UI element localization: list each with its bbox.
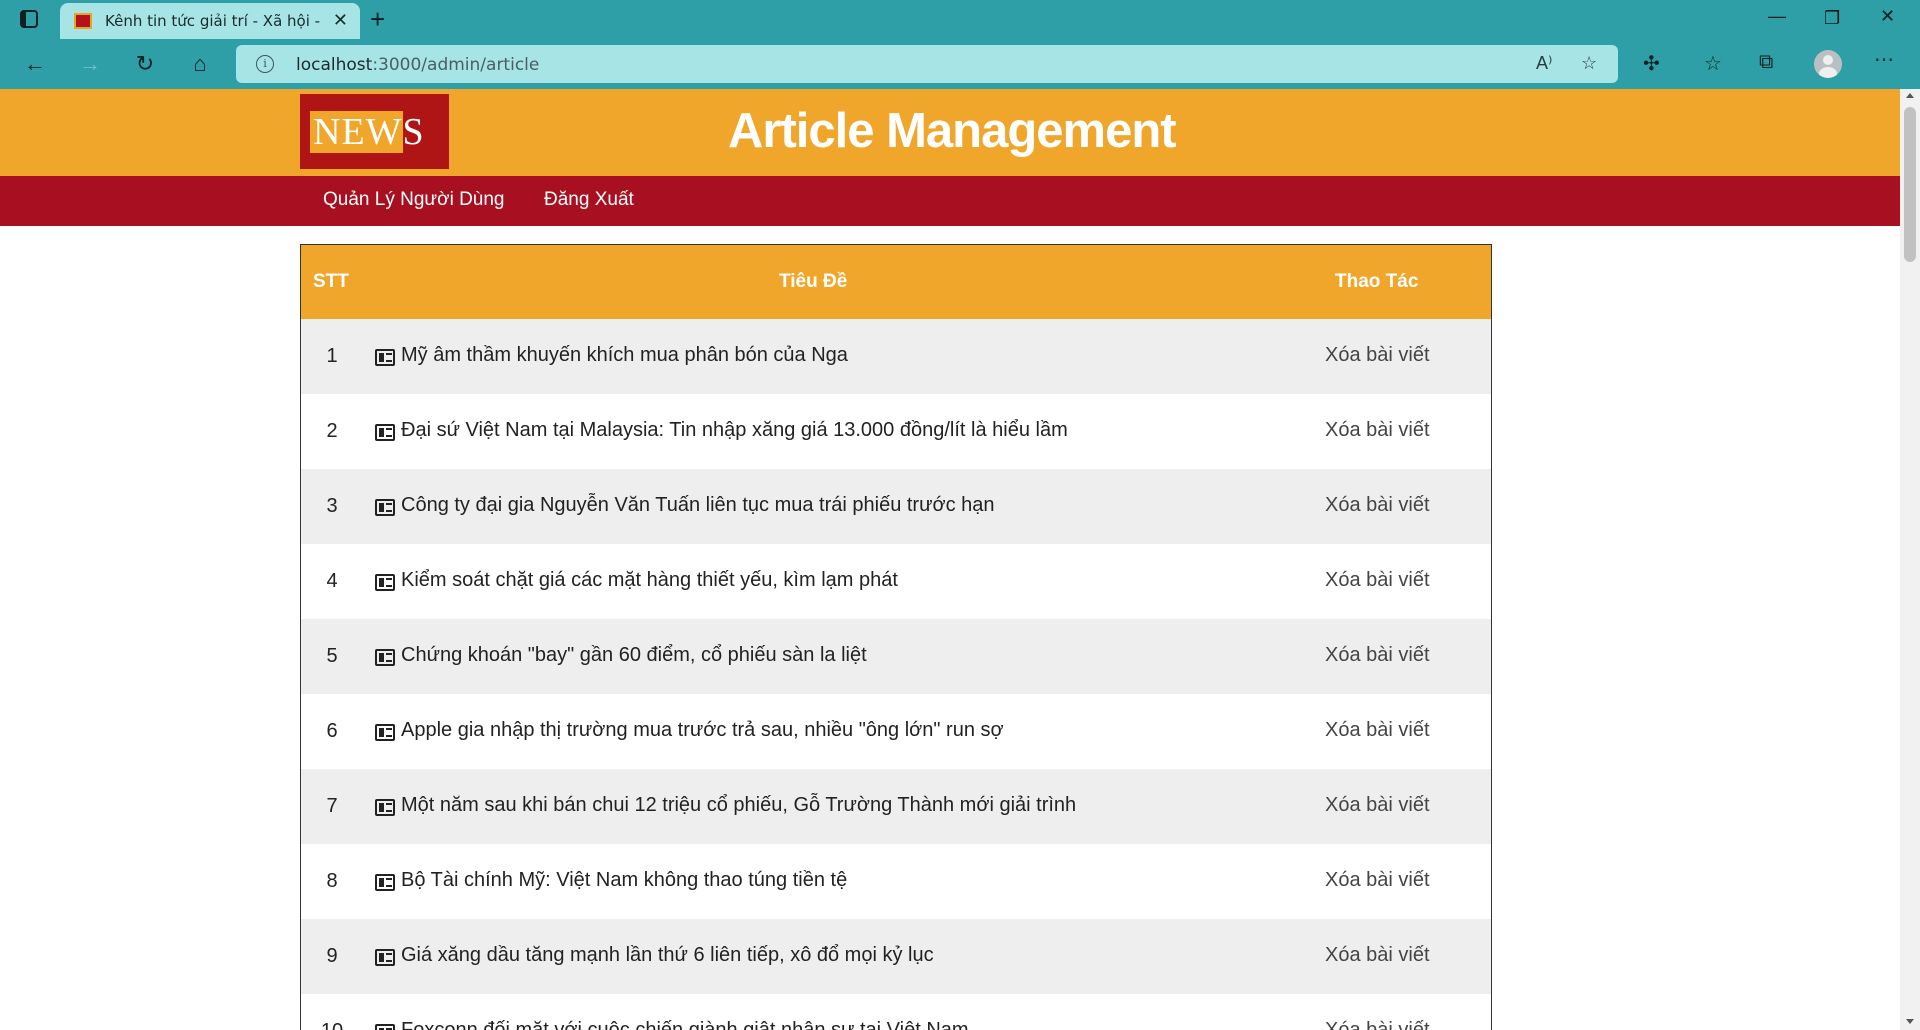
- menu-item-logout[interactable]: Đăng Xuất: [544, 189, 634, 211]
- newspaper-icon: [375, 499, 395, 516]
- favorites-icon[interactable]: ☆: [1704, 51, 1722, 76]
- delete-article-button[interactable]: Xóa bài viết: [1325, 869, 1430, 892]
- newspaper-icon: [375, 424, 395, 441]
- row-number: 5: [326, 645, 338, 667]
- url-text[interactable]: localhost:3000/admin/article: [296, 55, 539, 75]
- row-number: 4: [326, 570, 338, 592]
- favicon-icon: [74, 13, 92, 29]
- newspaper-icon: [375, 349, 395, 366]
- newspaper-icon: [375, 724, 395, 741]
- column-header-stt: STT: [313, 271, 349, 292]
- close-tab-icon[interactable]: ✕: [333, 10, 348, 31]
- logo-text-end: S: [402, 111, 425, 153]
- newspaper-icon: [375, 574, 395, 591]
- article-title[interactable]: Kiểm soát chặt giá các mặt hàng thiết yế…: [401, 569, 898, 592]
- article-title[interactable]: Foxconn đối mặt với cuộc chiến giành giậ…: [401, 1019, 969, 1030]
- add-favorite-icon[interactable]: ☆: [1581, 53, 1597, 74]
- url-host: localhost: [296, 55, 373, 75]
- newspaper-icon: [375, 649, 395, 666]
- profile-avatar[interactable]: [1814, 50, 1842, 78]
- newspaper-icon: [375, 799, 395, 816]
- collections-icon[interactable]: ⧉: [1759, 51, 1773, 74]
- close-window-icon[interactable]: ✕: [1880, 6, 1895, 27]
- article-title[interactable]: Đại sứ Việt Nam tại Malaysia: Tin nhập x…: [401, 419, 1068, 442]
- new-tab-icon[interactable]: +: [370, 4, 385, 35]
- table-row: 4 Kiểm soát chặt giá các mặt hàng thiết y…: [301, 544, 1491, 619]
- scroll-up-icon[interactable]: [1906, 93, 1914, 98]
- read-aloud-icon[interactable]: A⁾: [1536, 53, 1552, 74]
- article-title[interactable]: Một năm sau khi bán chui 12 triệu cổ phi…: [401, 794, 1076, 817]
- delete-article-button[interactable]: Xóa bài viết: [1325, 1019, 1430, 1030]
- row-number: 1: [326, 345, 338, 367]
- forward-icon[interactable]: →: [75, 49, 105, 79]
- logo-text: NEWS: [310, 107, 425, 157]
- row-number: 9: [326, 945, 338, 967]
- refresh-icon[interactable]: ↻: [130, 49, 160, 79]
- table-row: 8 Bộ Tài chính Mỹ: Việt Nam không thao tú…: [301, 844, 1491, 919]
- tab-actions-icon[interactable]: [20, 10, 38, 28]
- row-number: 2: [326, 420, 338, 442]
- newspaper-icon: [375, 949, 395, 966]
- restore-icon[interactable]: ❐: [1824, 8, 1840, 29]
- newspaper-icon: [375, 1024, 395, 1030]
- browser-toolbar: ← → ↻ ⌂ i localhost:3000/admin/article A…: [0, 39, 1920, 89]
- scroll-down-icon[interactable]: [1906, 1019, 1914, 1024]
- delete-article-button[interactable]: Xóa bài viết: [1325, 569, 1430, 592]
- browser-tab[interactable]: Kênh tin tức giải trí - Xã hội - Ne ✕: [60, 3, 360, 39]
- article-title[interactable]: Giá xăng dầu tăng mạnh lần thứ 6 liên ti…: [401, 944, 934, 967]
- admin-menu: Quản Lý Người Dùng Đăng Xuất: [0, 176, 1900, 226]
- menu-item-users[interactable]: Quản Lý Người Dùng: [323, 189, 505, 211]
- scroll-thumb[interactable]: [1904, 107, 1916, 262]
- article-title[interactable]: Mỹ âm thầm khuyến khích mua phân bón của…: [401, 344, 848, 367]
- table-row: 1 Mỹ âm thầm khuyến khích mua phân bón củ…: [301, 319, 1491, 394]
- table-row: 2 Đại sứ Việt Nam tại Malaysia: Tin nhập …: [301, 394, 1491, 469]
- table-row: 10 Foxconn đối mặt với cuộc chiến giành g…: [301, 994, 1491, 1030]
- table-row: 9 Giá xăng dầu tăng mạnh lần thứ 6 liên t…: [301, 919, 1491, 994]
- page-scrollbar[interactable]: [1900, 89, 1920, 1030]
- table-header: STT Tiêu Đề Thao Tác: [301, 245, 1491, 319]
- row-number: 6: [326, 720, 338, 742]
- table-row: 3 Công ty đại gia Nguyễn Văn Tuấn liên tụ…: [301, 469, 1491, 544]
- delete-article-button[interactable]: Xóa bài viết: [1325, 719, 1430, 742]
- newspaper-icon: [375, 874, 395, 891]
- column-header-title: Tiêu Đề: [779, 271, 848, 292]
- article-title[interactable]: Chứng khoán "bay" gần 60 điểm, cổ phiếu …: [401, 644, 867, 667]
- article-title[interactable]: Bộ Tài chính Mỹ: Việt Nam không thao tún…: [401, 869, 847, 892]
- delete-article-button[interactable]: Xóa bài viết: [1325, 944, 1430, 967]
- home-icon[interactable]: ⌂: [185, 49, 215, 79]
- address-bar[interactable]: i localhost:3000/admin/article A⁾ ☆: [236, 45, 1618, 83]
- table-row: 6 Apple gia nhập thị trường mua trước trả…: [301, 694, 1491, 769]
- site-info-icon[interactable]: i: [256, 55, 274, 73]
- delete-article-button[interactable]: Xóa bài viết: [1325, 794, 1430, 817]
- row-number: 7: [326, 795, 338, 817]
- row-number: 8: [326, 870, 338, 892]
- page-title: Article Management: [728, 104, 1177, 158]
- page-viewport: NEWS Article Management Quản Lý Người Dù…: [0, 89, 1900, 1030]
- table-row: 5 Chứng khoán "bay" gần 60 điểm, cổ phiếu…: [301, 619, 1491, 694]
- delete-article-button[interactable]: Xóa bài viết: [1325, 419, 1430, 442]
- article-title[interactable]: Công ty đại gia Nguyễn Văn Tuấn liên tục…: [401, 494, 995, 517]
- back-icon[interactable]: ←: [20, 49, 50, 79]
- table-body: 1 Mỹ âm thầm khuyến khích mua phân bón củ…: [301, 319, 1491, 1030]
- column-header-actions: Thao Tác: [1335, 271, 1419, 292]
- url-path: :3000/admin/article: [372, 55, 540, 75]
- tab-title: Kênh tin tức giải trí - Xã hội - Ne: [105, 12, 320, 30]
- row-number: 10: [301, 1020, 363, 1030]
- delete-article-button[interactable]: Xóa bài viết: [1325, 344, 1430, 367]
- news-logo[interactable]: NEWS: [300, 94, 449, 169]
- article-table: STT Tiêu Đề Thao Tác 1 Mỹ âm thầm khuyến …: [300, 244, 1492, 1030]
- more-menu-icon[interactable]: ⋯: [1874, 47, 1894, 72]
- site-header: NEWS Article Management: [0, 89, 1900, 176]
- delete-article-button[interactable]: Xóa bài viết: [1325, 494, 1430, 517]
- table-row: 7 Một năm sau khi bán chui 12 triệu cổ ph…: [301, 769, 1491, 844]
- delete-article-button[interactable]: Xóa bài viết: [1325, 644, 1430, 667]
- row-number: 3: [326, 495, 338, 517]
- extensions-icon[interactable]: ✣: [1643, 51, 1660, 76]
- browser-titlebar: Kênh tin tức giải trí - Xã hội - Ne ✕ + …: [0, 0, 1920, 39]
- minimize-icon[interactable]: —: [1768, 6, 1786, 27]
- logo-text-highlight: NEW: [310, 111, 403, 153]
- article-title[interactable]: Apple gia nhập thị trường mua trước trả …: [401, 719, 1004, 742]
